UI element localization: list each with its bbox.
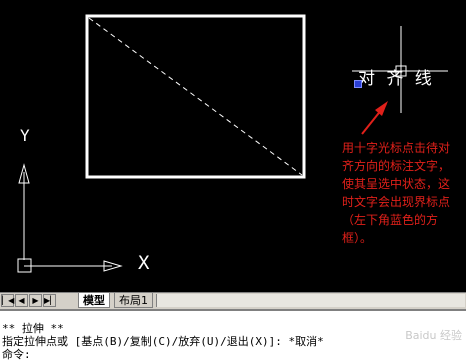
aligned-text-object[interactable]: 对 齐 线 (358, 64, 435, 89)
command-history-line-1: ** 拉伸 ** (2, 322, 64, 335)
command-history-line-2: 指定拉伸点或 [基点(B)/复制(C)/放弃(U)/退出(X)]: *取消* (2, 335, 324, 348)
ucs-icon (17, 163, 123, 273)
tab-nav-first-button[interactable]: ▏◀ (1, 294, 14, 307)
dashed-diagonal-line (88, 17, 303, 176)
watermark: Baidu 经验 (405, 329, 462, 342)
tab-nav-prev-button[interactable]: ◀ (15, 294, 28, 307)
drawing-canvas[interactable]: 对 齐 线 Y X 用十字光标点击待对齐方向的标注文字，使其呈选中状态，这时文字… (0, 0, 466, 292)
ucs-y-label: Y (20, 126, 30, 145)
tab-nav-next-button[interactable]: ▶ (29, 294, 42, 307)
annotation-text: 用十字光标点击待对齐方向的标注文字，使其呈选中状态，这时文字会出现界标点（左下角… (342, 141, 451, 245)
tab-nav-last-button[interactable]: ▶▏ (43, 294, 56, 307)
horizontal-scrollbar[interactable] (156, 294, 465, 307)
layout-tab-bar: ▏◀ ◀ ▶ ▶▏ 模型 布局1 (0, 292, 466, 309)
command-window[interactable]: ** 拉伸 ** 指定拉伸点或 [基点(B)/复制(C)/放弃(U)/退出(X)… (0, 309, 466, 363)
ucs-x-label: X (138, 252, 150, 274)
tab-layout1[interactable]: 布局1 (114, 293, 153, 308)
text-grip-point[interactable] (354, 80, 362, 88)
command-prompt[interactable]: 命令: (2, 348, 31, 361)
tab-model[interactable]: 模型 (78, 293, 110, 308)
